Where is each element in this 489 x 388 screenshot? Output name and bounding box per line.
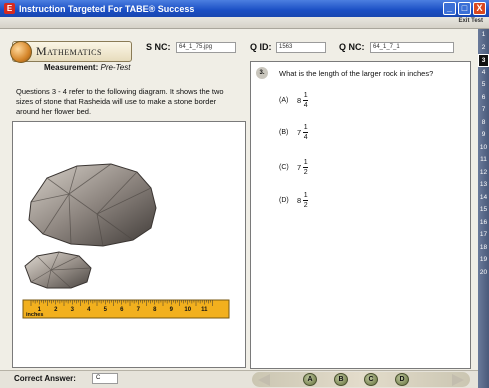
choice-letter: (A) <box>279 97 289 104</box>
fraction-bar <box>303 200 309 201</box>
choice-d[interactable]: (D) 8 1 2 <box>279 192 309 209</box>
question-nav-item[interactable]: 5 <box>478 79 489 92</box>
subject-orb-icon <box>10 40 32 63</box>
fraction: 1 2 <box>303 192 309 209</box>
fraction: 1 2 <box>303 159 309 176</box>
mixed-number: 7 1 4 <box>297 124 309 141</box>
denominator: 4 <box>303 134 308 141</box>
question-nav-item[interactable]: 13 <box>478 179 489 192</box>
app-icon: E <box>4 3 15 14</box>
answer-button-d[interactable]: D <box>395 373 409 386</box>
fraction: 1 4 <box>303 124 309 141</box>
denominator: 4 <box>303 102 308 109</box>
question-text: What is the length of the larger rock in… <box>279 69 434 78</box>
mixed-number: 8 1 2 <box>297 192 309 209</box>
fraction-bar <box>303 167 309 168</box>
s-nc-label: S NC: <box>146 42 171 52</box>
numerator: 1 <box>303 159 308 166</box>
correct-answer-field: C <box>92 373 118 384</box>
subject-badge: Mathematics <box>10 40 132 63</box>
answer-button-c[interactable]: C <box>364 373 378 386</box>
correct-answer-label: Correct Answer: <box>14 374 76 383</box>
whole-part: 8 <box>297 196 302 205</box>
section-label: Measurement: <box>44 63 99 72</box>
question-number-strip: 1 2 3 4 5 6 7 8 9 10 11 12 13 14 15 16 17 18 19 20 <box>478 29 489 388</box>
q-nc-field: 64_1_7_1 <box>370 42 454 53</box>
test-mode: Pre-Test <box>100 63 131 72</box>
numerator: 1 <box>303 92 308 99</box>
question-number: 3. <box>256 67 268 79</box>
subject-label: Mathematics <box>36 44 102 58</box>
whole-part: 8 <box>297 96 302 105</box>
denominator: 2 <box>303 169 308 176</box>
section-line: Measurement: Pre-Test <box>44 63 130 72</box>
large-rock <box>28 163 157 247</box>
answer-button-a[interactable]: A <box>303 373 317 386</box>
question-nav-item[interactable]: 4 <box>478 67 489 80</box>
question-nav-item[interactable]: 19 <box>478 254 489 267</box>
choice-letter: (D) <box>279 197 289 204</box>
whole-part: 7 <box>297 163 302 172</box>
question-nav-item[interactable]: 12 <box>478 167 489 180</box>
question-nav-item[interactable]: 7 <box>478 104 489 117</box>
question-nav-item[interactable]: 15 <box>478 204 489 217</box>
question-nav-item[interactable]: 18 <box>478 242 489 255</box>
window-title: Instruction Targeted For TABE® Success <box>19 3 195 14</box>
numerator: 1 <box>303 124 308 131</box>
test-frame: Mathematics S NC: 64_1_75.jpg Q ID: 1563… <box>0 29 478 388</box>
rocks-diagram: inches 1 2 3 4 5 6 7 8 9 10 11 <box>22 163 230 319</box>
question-header: Mathematics S NC: 64_1_75.jpg Q ID: 1563… <box>0 29 478 63</box>
question-nav-item[interactable]: 3 <box>478 54 489 67</box>
choice-letter: (B) <box>279 129 289 136</box>
window-titlebar: E Instruction Targeted For TABE® Success… <box>0 0 489 17</box>
diagram-panel: inches 1 2 3 4 5 6 7 8 9 10 11 <box>12 121 246 368</box>
question-nav-item[interactable]: 17 <box>478 229 489 242</box>
answer-nav: A B C D <box>252 372 470 387</box>
question-nav-item[interactable]: 11 <box>478 154 489 167</box>
next-arrow-icon[interactable] <box>452 374 464 386</box>
question-nav-item[interactable]: 14 <box>478 192 489 205</box>
window-controls: _ □ X <box>443 2 486 15</box>
q-nc-label: Q NC: <box>339 42 365 52</box>
denominator: 2 <box>303 202 308 209</box>
q-id-label: Q ID: <box>250 42 272 52</box>
question-nav-item[interactable]: 1 <box>478 29 489 42</box>
ruler-tick-label: 11 <box>201 307 208 313</box>
whole-part: 7 <box>297 128 302 137</box>
mixed-number: 7 1 2 <box>297 159 309 176</box>
inch-ruler: inches 1 2 3 4 5 6 7 8 9 10 11 <box>22 299 230 319</box>
close-button[interactable]: X <box>473 2 486 15</box>
maximize-button[interactable]: □ <box>458 2 471 15</box>
question-nav-item[interactable]: 16 <box>478 217 489 230</box>
q-id-field: 1563 <box>276 42 326 53</box>
mixed-number: 8 1 4 <box>297 92 309 109</box>
passage-text: Questions 3 - 4 refer to the following d… <box>16 87 224 116</box>
question-panel: 3. What is the length of the larger rock… <box>250 61 471 369</box>
question-nav-item[interactable]: 20 <box>478 267 489 280</box>
small-rock <box>24 251 92 289</box>
answer-button-b[interactable]: B <box>334 373 348 386</box>
choice-letter: (C) <box>279 164 289 171</box>
previous-arrow-icon[interactable] <box>258 374 270 386</box>
question-nav-item[interactable]: 6 <box>478 92 489 105</box>
numerator: 1 <box>303 192 308 199</box>
ruler-tick-label: 10 <box>184 307 191 313</box>
fraction: 1 4 <box>303 92 309 109</box>
bottom-bar: Correct Answer: C A B C D <box>0 370 478 388</box>
question-nav-item[interactable]: 2 <box>478 42 489 55</box>
question-nav-item[interactable]: 8 <box>478 117 489 130</box>
fraction-bar <box>303 132 309 133</box>
question-nav-item[interactable]: 9 <box>478 129 489 142</box>
choice-a[interactable]: (A) 8 1 4 <box>279 92 309 109</box>
fraction-bar <box>303 100 309 101</box>
minimize-button[interactable]: _ <box>443 2 456 15</box>
choice-b[interactable]: (B) 7 1 4 <box>279 124 309 141</box>
menu-strip: Exit Test <box>0 17 489 29</box>
choice-c[interactable]: (C) 7 1 2 <box>279 159 309 176</box>
question-nav-item[interactable]: 10 <box>478 142 489 155</box>
exit-test-button[interactable]: Exit Test <box>458 18 483 24</box>
s-nc-field: 64_1_75.jpg <box>176 42 236 53</box>
